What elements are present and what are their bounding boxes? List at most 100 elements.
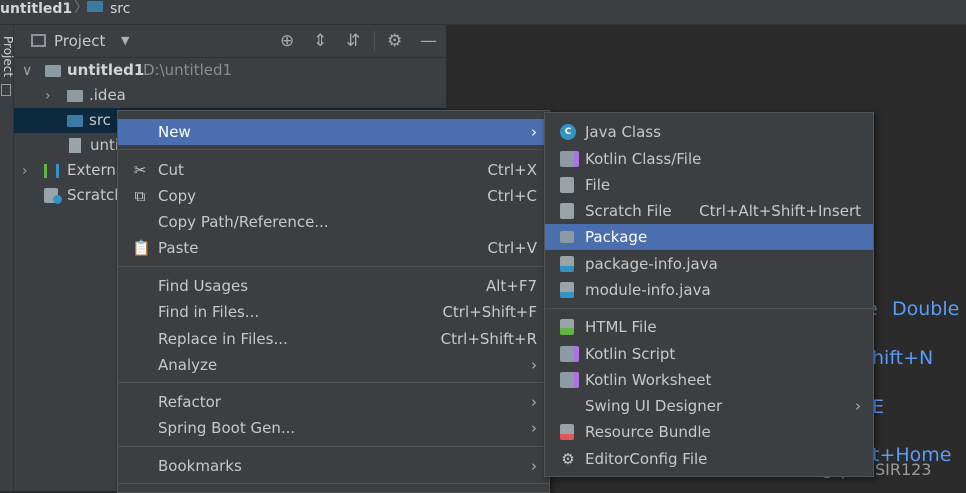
file-icon xyxy=(69,138,81,153)
menu-item-label: Kotlin Class/File xyxy=(585,150,702,168)
folder-icon xyxy=(67,90,83,102)
menu-item-shortcut: Ctrl+Shift+R xyxy=(440,330,537,348)
tree-row-external-libraries[interactable]: › Externa xyxy=(22,158,125,183)
menu-item-html-file[interactable]: HTML File xyxy=(545,314,873,340)
menu-item-label: Bookmarks xyxy=(158,457,242,475)
menu-item-java-class[interactable]: C Java Class xyxy=(545,119,873,145)
menu-item-shortcut: Ctrl+X xyxy=(487,161,537,179)
menu-item-label: Resource Bundle xyxy=(585,423,711,441)
menu-item-package-info[interactable]: package-info.java xyxy=(545,251,873,277)
menu-item-refactor[interactable]: Refactor › xyxy=(118,389,549,415)
collapse-all-icon[interactable]: ⇵ xyxy=(346,31,360,51)
menu-item-label: Find in Files... xyxy=(158,303,260,321)
chevron-right-icon[interactable]: › xyxy=(45,88,51,104)
menu-item-replace-in-files[interactable]: Replace in Files... Ctrl+Shift+R xyxy=(118,326,549,352)
menu-item-label: Refactor xyxy=(158,393,221,411)
package-icon xyxy=(560,231,574,243)
menu-item-kotlin-worksheet[interactable]: Kotlin Worksheet xyxy=(545,367,873,393)
menu-item-bookmarks[interactable]: Bookmarks › xyxy=(118,453,549,479)
menu-separator xyxy=(118,483,549,484)
menu-item-shortcut: Ctrl+C xyxy=(487,187,537,205)
hide-icon[interactable]: — xyxy=(420,31,437,51)
chevron-down-icon[interactable]: ▼ xyxy=(121,34,129,47)
menu-item-module-info[interactable]: module-info.java xyxy=(545,277,873,303)
kotlin-file-icon xyxy=(560,151,579,167)
menu-item-cut[interactable]: ✂ Cut Ctrl+X xyxy=(118,157,549,183)
tree-row-untitled1[interactable]: ∨ untitled1 D:\untitled1 xyxy=(22,58,232,83)
menu-item-resource-bundle[interactable]: Resource Bundle xyxy=(545,419,873,445)
kotlin-worksheet-icon xyxy=(560,372,579,388)
menu-item-label: Paste xyxy=(158,239,199,257)
menu-item-editorconfig-file[interactable]: ⚙ EditorConfig File xyxy=(545,446,873,472)
menu-item-file[interactable]: File xyxy=(545,172,873,198)
menu-separator xyxy=(545,308,873,309)
editor-hint-shortcut: Double xyxy=(892,298,960,320)
menu-item-shortcut: Alt+F7 xyxy=(485,277,537,295)
paste-icon: 📋 xyxy=(132,239,151,257)
menu-separator xyxy=(118,382,549,383)
menu-item-find-in-files[interactable]: Find in Files... Ctrl+Shift+F xyxy=(118,299,549,325)
menu-item-label: New xyxy=(158,123,191,141)
menu-item-copy-path[interactable]: Copy Path/Reference... xyxy=(118,209,549,235)
source-folder-icon xyxy=(67,115,83,127)
menu-separator xyxy=(118,149,549,150)
project-view-selector[interactable]: Project xyxy=(54,32,105,50)
breadcrumb-separator: 〉 xyxy=(74,0,88,16)
menu-item-new[interactable]: New › xyxy=(118,119,549,145)
menu-item-kotlin-class[interactable]: Kotlin Class/File xyxy=(545,146,873,172)
expand-all-icon[interactable]: ⇕ xyxy=(313,31,327,51)
tree-label: untitled1 xyxy=(67,61,145,79)
chevron-right-icon: › xyxy=(855,397,861,415)
file-icon xyxy=(560,177,574,193)
tree-path: D:\untitled1 xyxy=(143,61,233,79)
breadcrumb-src[interactable]: src xyxy=(110,1,130,17)
java-file-icon xyxy=(560,256,574,272)
menu-item-shortcut: Ctrl+Alt+Shift+Insert xyxy=(699,202,861,220)
menu-item-label: Kotlin Worksheet xyxy=(585,371,712,389)
breadcrumb-project[interactable]: untitled1 xyxy=(0,1,72,17)
locate-icon[interactable]: ⊕ xyxy=(280,31,294,51)
copy-icon: ⧉ xyxy=(134,187,146,205)
scissors-icon: ✂ xyxy=(133,161,147,179)
menu-item-label: Java Class xyxy=(585,123,661,141)
chevron-down-icon[interactable]: ∨ xyxy=(22,63,32,79)
menu-item-analyze[interactable]: Analyze › xyxy=(118,352,549,378)
gear-icon[interactable]: ⚙ xyxy=(387,31,402,51)
menu-item-spring-boot-gen[interactable]: Spring Boot Gen... › xyxy=(118,415,549,441)
menu-separator xyxy=(118,266,549,267)
menu-separator xyxy=(118,446,549,447)
context-menu: New › ✂ Cut Ctrl+X ⧉ Copy Ctrl+C Copy Pa… xyxy=(117,110,550,493)
menu-item-label: HTML File xyxy=(585,318,657,336)
menu-item-copy[interactable]: ⧉ Copy Ctrl+C xyxy=(118,183,549,209)
chevron-right-icon[interactable]: › xyxy=(22,163,28,179)
menu-item-swing-ui-designer[interactable]: Swing UI Designer › xyxy=(545,393,873,419)
project-tool-window-tab[interactable]: Project xyxy=(1,36,15,77)
menu-item-package[interactable]: Package xyxy=(545,224,873,250)
tree-label: unti xyxy=(90,136,120,154)
new-submenu: C Java Class Kotlin Class/File File Scra… xyxy=(544,112,874,477)
tree-label: src xyxy=(89,111,111,129)
chevron-right-icon: › xyxy=(531,123,537,141)
folder-icon xyxy=(87,1,103,12)
tree-row-idea[interactable]: › .idea xyxy=(45,83,126,108)
menu-item-label: Scratch File xyxy=(585,202,672,220)
menu-item-label: Find Usages xyxy=(158,277,249,295)
project-view-icon xyxy=(31,34,46,47)
menu-item-label: Cut xyxy=(158,161,184,179)
menu-item-scratch-file[interactable]: Scratch File Ctrl+Alt+Shift+Insert xyxy=(545,198,873,224)
menu-item-shortcut: Ctrl+V xyxy=(487,239,537,257)
menu-item-kotlin-script[interactable]: Kotlin Script xyxy=(545,341,873,367)
menu-item-label: File xyxy=(585,176,611,194)
menu-item-find-usages[interactable]: Find Usages Alt+F7 xyxy=(118,273,549,299)
menu-item-paste[interactable]: 📋 Paste Ctrl+V xyxy=(118,235,549,261)
structure-icon[interactable] xyxy=(1,84,11,96)
menu-item-label: EditorConfig File xyxy=(585,450,708,468)
gear-icon: ⚙ xyxy=(561,450,575,468)
clock-icon xyxy=(53,195,62,204)
menu-item-label: Swing UI Designer xyxy=(585,397,723,415)
module-folder-icon xyxy=(45,65,61,77)
menu-item-label: package-info.java xyxy=(585,255,718,273)
menu-item-label: Copy xyxy=(158,187,197,205)
library-icon xyxy=(44,164,59,178)
menu-item-shortcut: Ctrl+Shift+F xyxy=(442,303,537,321)
